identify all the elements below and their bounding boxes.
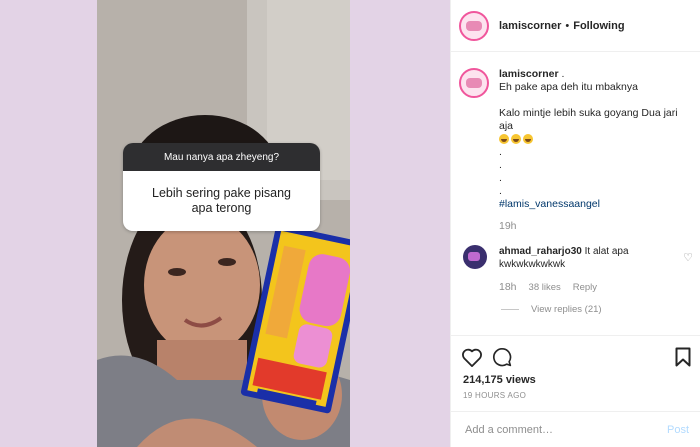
caption-line-1: Eh pake apa deh itu mbaknya [499,81,638,93]
post-actions [451,335,700,376]
author-username[interactable]: lamiscorner [499,20,561,32]
answer-line-2: apa terong [191,201,252,215]
bookmark-icon[interactable] [675,347,691,367]
question-sticker: Mau nanya apa zheyeng? Lebih sering pake… [123,143,320,231]
post-side-panel: lamiscorner • Following lamiscorner . Eh… [450,0,700,447]
commenter-avatar[interactable] [463,245,487,269]
commenter-username[interactable]: ahmad_raharjo30 [499,246,582,257]
replies-divider [501,309,519,310]
comment-like-heart-icon[interactable]: ♡ [683,251,693,294]
view-replies-label[interactable]: View replies (21) [531,304,602,315]
following-button[interactable]: Following [573,20,624,32]
answer-line-1: Lebih sering pake pisang [152,186,291,200]
caption-line-2: Kalo mintje lebih suka goyang Dua jari [499,107,678,119]
caption: lamiscorner . Eh pake apa deh itu mbakny… [451,52,700,233]
grinning-emoji-icon [499,134,509,145]
comment-time[interactable]: 18h [499,281,517,294]
question-sticker-answer: Lebih sering pake pisang apa terong [123,171,320,231]
question-sticker-header: Mau nanya apa zheyeng? [123,143,320,171]
caption-body: lamiscorner . Eh pake apa deh itu mbakny… [499,68,684,233]
add-comment-bar: Post [451,411,700,447]
reply-button[interactable]: Reply [573,281,597,294]
caption-avatar[interactable] [459,68,489,98]
caption-dot: . [499,172,502,184]
caption-dot: . [499,159,502,171]
caption-emojis [499,133,684,146]
comment-meta: 18h 38 likes Reply [499,281,659,294]
author-avatar[interactable] [459,10,489,41]
grinning-emoji-icon [511,134,521,145]
caption-dot: . [499,146,502,158]
header-separator: • [565,19,570,32]
caption-hashtag[interactable]: #lamis_vanessaangel [499,198,684,211]
post-comment-button[interactable]: Post [667,424,689,436]
comments-section[interactable]: lamiscorner . Eh pake apa deh itu mbakny… [451,52,700,334]
grinning-emoji-icon [523,134,533,145]
caption-time[interactable]: 19h [499,220,684,233]
heart-icon[interactable] [461,347,483,367]
comment-item: ahmad_raharjo30 It alat apa kwkwkwkwkwk … [451,245,700,294]
comment-body: ahmad_raharjo30 It alat apa kwkwkwkwkwk … [499,245,659,294]
view-replies[interactable]: View replies (21) [501,304,602,315]
view-count[interactable]: 214,175 views [463,374,536,386]
post-header: lamiscorner • Following [451,0,700,52]
caption-username[interactable]: lamiscorner [499,68,559,80]
post-media[interactable]: Mau nanya apa zheyeng? Lebih sering pake… [97,0,350,447]
comment-likes[interactable]: 38 likes [529,281,561,294]
caption-line-3: aja [499,120,514,132]
post-timestamp[interactable]: 19 HOURS AGO [463,391,526,400]
comment-icon[interactable] [492,347,512,367]
view-replies-row[interactable]: View replies (21) [451,294,700,315]
add-comment-input[interactable] [463,422,637,437]
caption-dot: . [499,185,502,197]
caption-suffix: . [561,68,565,80]
